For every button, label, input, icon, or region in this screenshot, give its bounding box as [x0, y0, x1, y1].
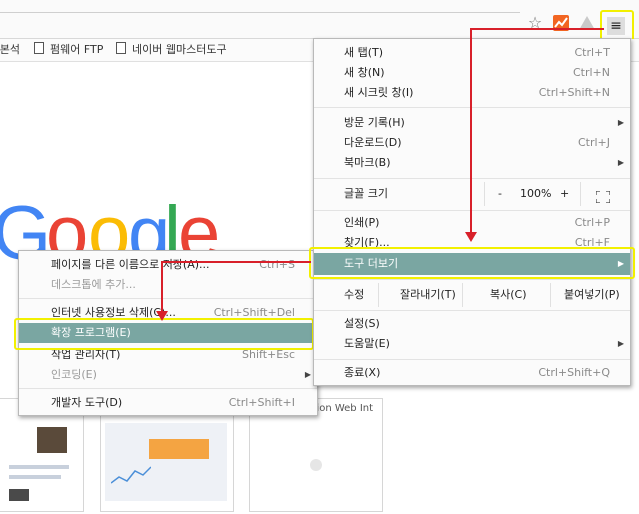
menu-item-label: 새 창(N) — [344, 66, 385, 79]
edit-paste-button[interactable]: 붙여넣기(P) — [564, 283, 620, 307]
menu-item-shortcut: Ctrl+T — [574, 46, 610, 59]
menu-item-exit[interactable]: 종료(X) Ctrl+Shift+Q — [314, 363, 630, 383]
menu-item-label: 종료(X) — [344, 366, 381, 379]
menu-separator — [19, 388, 317, 389]
menu-item-label: 도움말(E) — [344, 337, 390, 350]
menu-item-label: 데스크톱에 추가... — [51, 278, 136, 291]
menu-item-shortcut: Ctrl+P — [574, 216, 610, 229]
menu-item-shortcut: Ctrl+Shift+I — [228, 396, 295, 409]
submenu-arrow-icon: ▶ — [617, 118, 624, 127]
menu-separator — [314, 107, 630, 108]
page-icon — [34, 42, 44, 54]
bookmark-ftp[interactable]: 펌웨어 FTP — [34, 42, 103, 58]
annotation-arrowhead-icon — [465, 232, 477, 242]
menu-separator — [314, 359, 630, 360]
annotation-more-tools-highlight — [309, 247, 635, 279]
menu-separator — [314, 279, 630, 280]
menu-separator — [314, 210, 630, 211]
menu-item-label: 페이지를 다른 이름으로 저장(A)... — [51, 258, 210, 271]
menu-item-shortcut: Ctrl+Shift+N — [538, 86, 610, 99]
menu-item-label: 방문 기록(H) — [344, 116, 405, 129]
menu-item-label: 글꼴 크기 — [344, 187, 388, 200]
annotation-extensions-highlight — [14, 318, 314, 350]
menu-item-add-desktop[interactable]: 데스크톱에 추가... — [19, 275, 317, 295]
menu-item-label: 개발자 도구(D) — [51, 396, 123, 409]
menu-item-new-tab[interactable]: 새 탭(T) Ctrl+T — [314, 43, 630, 63]
submenu-arrow-icon: ▶ — [617, 339, 624, 348]
chrome-main-menu: 새 탭(T) Ctrl+T 새 창(N) Ctrl+N 새 시크릿 창(I) C… — [313, 38, 631, 386]
menu-item-zoom: 글꼴 크기 - 100% + — [314, 182, 630, 206]
edit-divider — [462, 283, 463, 307]
edit-cut-button[interactable]: 잘라내기(T) — [400, 283, 456, 307]
menu-item-label: 새 시크릿 창(I) — [344, 86, 414, 99]
fullscreen-icon[interactable] — [595, 188, 611, 204]
menu-item-settings[interactable]: 설정(S) — [314, 314, 630, 334]
zoom-divider — [580, 182, 581, 206]
menu-item-label: 북마크(B) — [344, 156, 391, 169]
menu-item-save-page[interactable]: 페이지를 다른 이름으로 저장(A)... Ctrl+S — [19, 255, 317, 275]
menu-item-shortcut: Ctrl+N — [572, 66, 610, 79]
menu-item-history[interactable]: 방문 기록(H) ▶ — [314, 113, 630, 133]
menu-item-downloads[interactable]: 다운로드(D) Ctrl+J — [314, 133, 630, 153]
annotation-arrow-line — [161, 261, 311, 263]
edit-copy-button[interactable]: 복사(C) — [490, 283, 527, 307]
menu-separator — [19, 298, 317, 299]
menu-item-label: 인쇄(P) — [344, 216, 380, 229]
bookmark-webmaster[interactable]: 네이버 웹마스터도구 — [116, 42, 227, 58]
zoom-level: 100% — [520, 187, 552, 200]
menu-item-label: 새 탭(T) — [344, 46, 384, 59]
menu-item-label: 인코딩(E) — [51, 368, 97, 381]
menu-item-label: 수정 — [344, 288, 365, 301]
zoom-in-button[interactable]: + — [560, 182, 569, 206]
zoom-out-button[interactable]: - — [498, 182, 502, 206]
menu-item-dev-tools[interactable]: 개발자 도구(D) Ctrl+Shift+I — [19, 393, 317, 413]
menu-item-new-window[interactable]: 새 창(N) Ctrl+N — [314, 63, 630, 83]
zoom-divider — [484, 182, 485, 206]
menu-separator — [314, 178, 630, 179]
address-bar[interactable] — [0, 12, 520, 13]
page-icon — [116, 42, 126, 54]
menu-item-label: 설정(S) — [344, 317, 380, 330]
menu-item-encoding[interactable]: 인코딩(E) ▶ — [19, 365, 317, 385]
menu-item-label: 다운로드(D) — [344, 136, 402, 149]
menu-item-shortcut: Ctrl+Shift+Q — [538, 366, 610, 379]
menu-item-print[interactable]: 인쇄(P) Ctrl+P — [314, 213, 630, 233]
annotation-arrow-line — [470, 28, 472, 234]
edit-divider — [378, 283, 379, 307]
edit-divider — [550, 283, 551, 307]
submenu-arrow-icon: ▶ — [304, 370, 311, 379]
annotation-arrow-line — [161, 261, 163, 313]
menu-item-bookmarks[interactable]: 북마크(B) ▶ — [314, 153, 630, 173]
bookmark-label: 펌웨어 FTP — [50, 43, 104, 56]
annotation-arrowhead-icon — [156, 311, 168, 321]
menu-item-incognito[interactable]: 새 시크릿 창(I) Ctrl+Shift+N — [314, 83, 630, 103]
bookmark-label: 네이버 웹마스터도구 — [132, 43, 227, 56]
menu-item-edit: 수정 잘라내기(T) 복사(C) 붙여넣기(P) — [314, 283, 630, 307]
submenu-arrow-icon: ▶ — [617, 158, 624, 167]
menu-item-shortcut: Ctrl+J — [577, 136, 610, 149]
menu-item-help[interactable]: 도움말(E) ▶ — [314, 334, 630, 354]
menu-separator — [314, 310, 630, 311]
annotation-arrow-line — [470, 28, 604, 30]
menu-item-shortcut: Ctrl+S — [259, 258, 295, 271]
bookmark-partial[interactable]: 본석 — [0, 42, 20, 58]
